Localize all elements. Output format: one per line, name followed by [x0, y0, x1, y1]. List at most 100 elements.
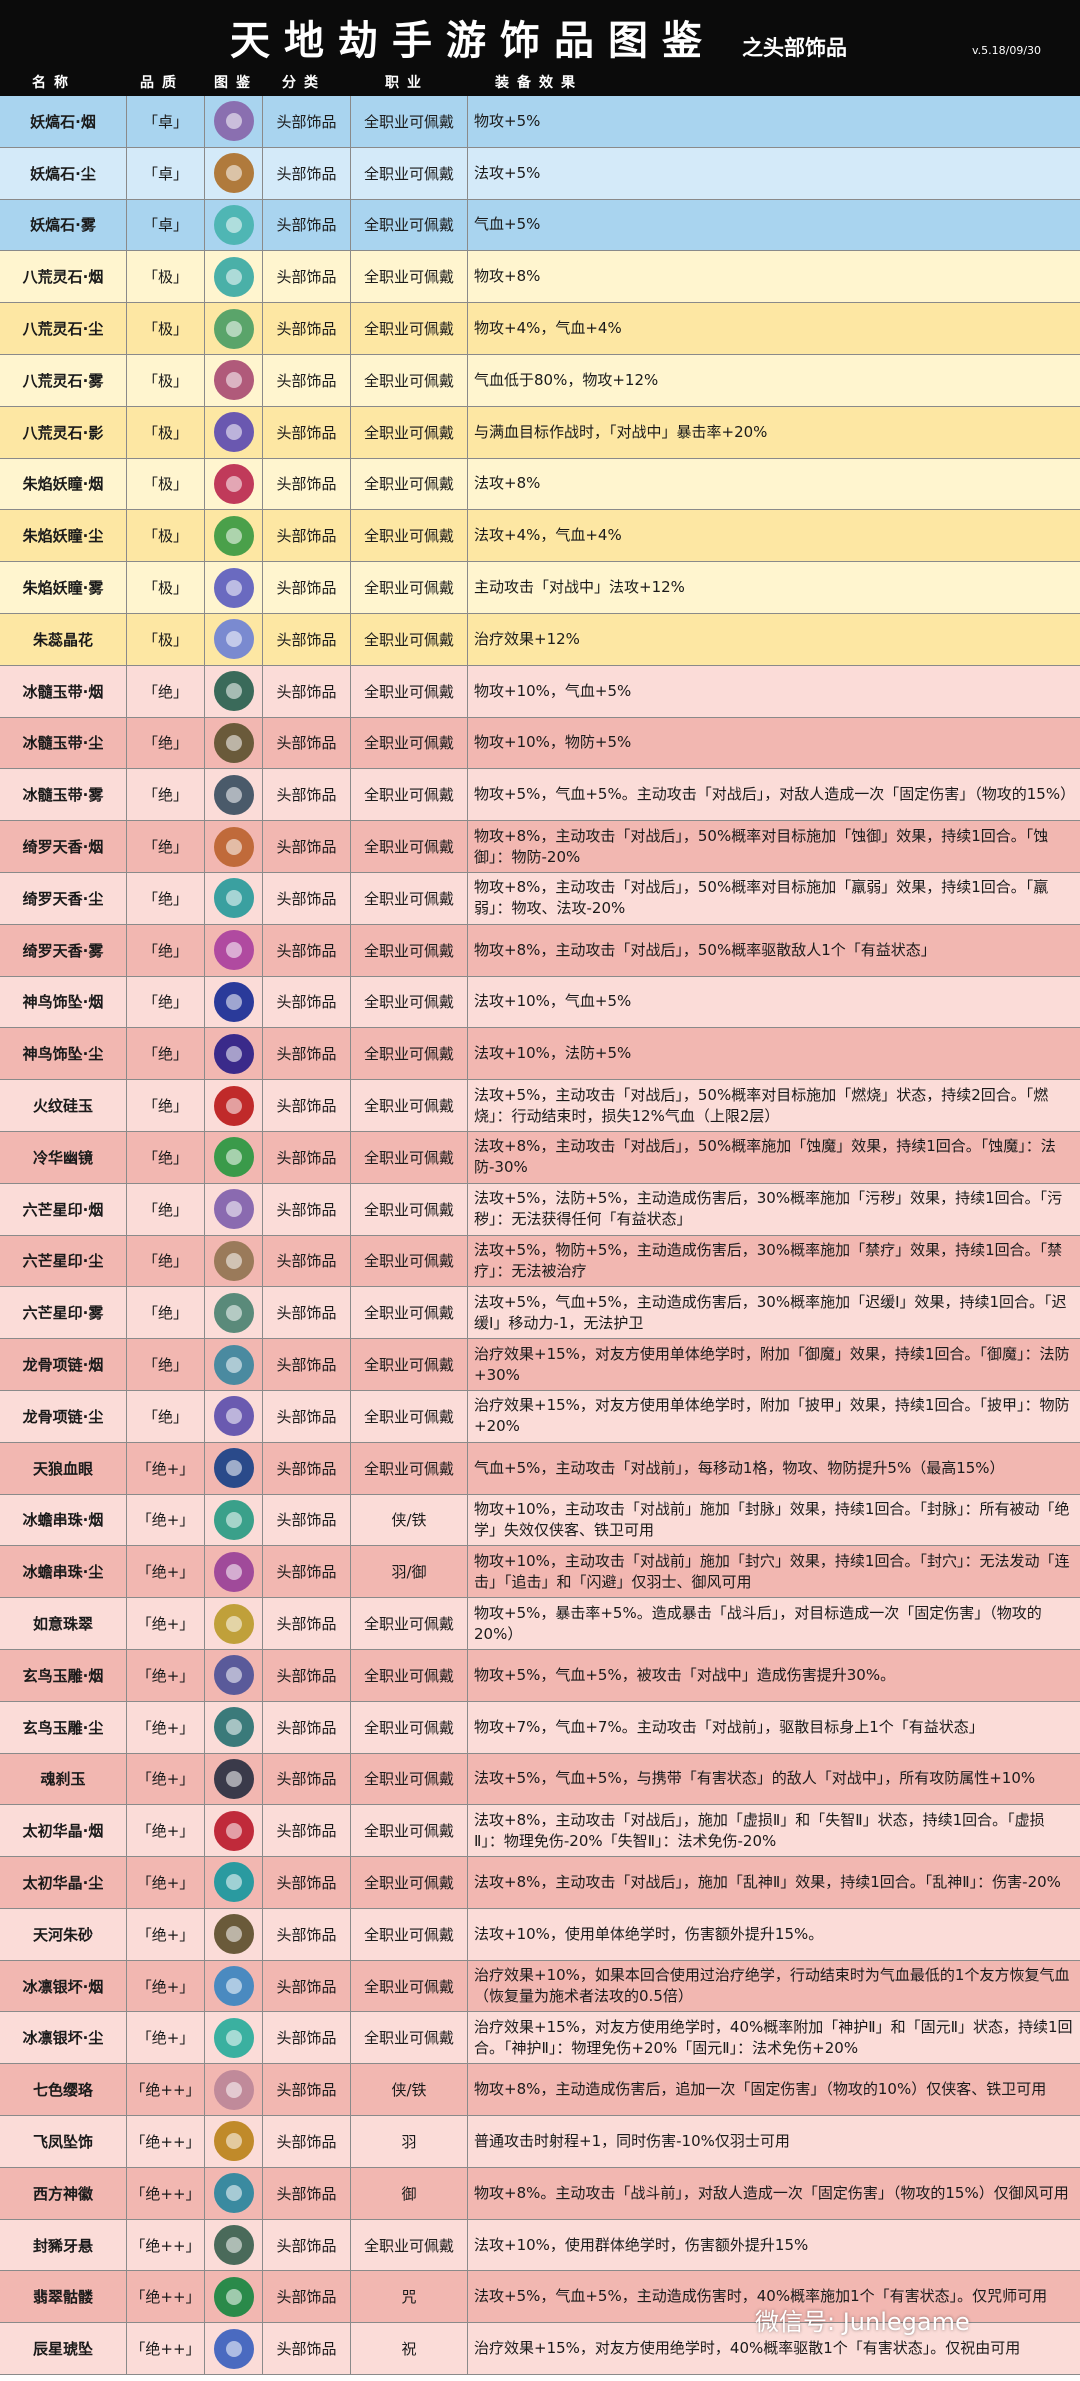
- item-job: 全职业可佩戴: [351, 147, 468, 199]
- item-slot: 头部饰品: [263, 1183, 351, 1235]
- item-job: 全职业可佩戴: [351, 665, 468, 717]
- table-row: 西方神徽 「绝++」 头部饰品御物攻+8%。主动攻击「战斗前」，对敌人造成一次「固定…: [0, 2167, 1080, 2220]
- column-header-job: 职业: [385, 75, 429, 91]
- item-slot: 头部饰品: [263, 199, 351, 251]
- bone-necklace-icon: [213, 1396, 254, 1437]
- ring-icon: [213, 567, 254, 608]
- item-effect: 治疗效果+15%，对友方使用绝学时，40%概率附加「神护Ⅱ」和「固元Ⅱ」状态，持…: [474, 2017, 1073, 2057]
- item-name: 绮罗天香·烟: [0, 821, 127, 872]
- item-slot: 头部饰品: [263, 613, 351, 665]
- item-quality: 「绝+」: [127, 1701, 205, 1753]
- item-job: 全职业可佩戴: [351, 1287, 468, 1339]
- eye-ring-icon: [213, 1448, 254, 1489]
- table-row: 冰髓玉带·雾 「绝」 头部饰品 全职业可佩戴 物攻+5%，气血+5%。主动攻击「对战后」…: [0, 769, 1080, 822]
- item-effect: 物攻+8%: [474, 267, 541, 286]
- item-job: 全职业可佩戴: [351, 1753, 468, 1805]
- crystal-icon: [213, 360, 254, 401]
- item-job: 全职业可佩戴: [351, 1701, 468, 1753]
- item-name: 冰髓玉带·尘: [0, 717, 127, 769]
- item-slot: 头部饰品: [263, 665, 351, 717]
- necklace-icon: [213, 878, 254, 919]
- item-job: 全职业可佩戴: [351, 872, 468, 924]
- item-slot: 头部饰品: [263, 2219, 351, 2271]
- table-row: 冰髓玉带·尘 「绝」 头部饰品 全职业可佩戴 物攻+10%，物防+5%: [0, 717, 1080, 770]
- item-icon-cell: [205, 1908, 263, 1960]
- item-effect: 法攻+10%，使用群体绝学时，伤害额外提升15%: [474, 2235, 809, 2254]
- item-icon-cell: [205, 510, 263, 562]
- item-name: 绮罗天香·雾: [0, 924, 127, 976]
- item-quality: 「极」: [127, 354, 205, 406]
- item-name: 七色缨珞: [0, 2064, 127, 2116]
- item-quality: 「绝」: [127, 1287, 205, 1339]
- item-icon-cell: [205, 147, 263, 199]
- item-effect: 法攻+5%，气血+5%，主动造成伤害后，30%概率施加「迟缓Ⅰ」效果，持续1回合…: [474, 1292, 1067, 1332]
- item-slot: 头部饰品: [263, 717, 351, 769]
- ring-icon: [213, 463, 254, 504]
- item-icon-cell: [205, 1390, 263, 1442]
- crystal-icon: [213, 412, 254, 453]
- item-job: 全职业可佩戴: [351, 613, 468, 665]
- item-icon-cell: [205, 1546, 263, 1598]
- item-effect: 气血+5%: [474, 215, 541, 234]
- item-quality: 「绝」: [127, 924, 205, 976]
- table-row: 龙骨项链·尘 「绝」 头部饰品 全职业可佩戴 治疗效果+15%，对友方使用单体绝学时，附…: [0, 1390, 1080, 1443]
- table-row: 八荒灵石·雾 「极」 头部饰品 全职业可佩戴 气血低于80%，物攻+12%: [0, 354, 1080, 407]
- item-slot: 头部饰品: [263, 1235, 351, 1287]
- item-quality: 「绝++」: [127, 2323, 205, 2375]
- item-icon-cell: [205, 2271, 263, 2323]
- item-slot: 头部饰品: [263, 1753, 351, 1805]
- item-slot: 头部饰品: [263, 1649, 351, 1701]
- item-effect: 物攻+8%。主动攻击「战斗前」，对敌人造成一次「固定伤害」（物攻的15%）仅御风…: [474, 2183, 1069, 2202]
- item-icon-cell: [205, 303, 263, 354]
- item-name: 妖熇石·尘: [0, 147, 127, 199]
- item-job: 全职业可佩戴: [351, 717, 468, 769]
- item-icon-cell: [205, 96, 263, 147]
- item-job: 全职业可佩戴: [351, 2219, 468, 2271]
- pendant-icon: [213, 204, 254, 245]
- item-slot: 头部饰品: [263, 1960, 351, 2012]
- item-quality: 「极」: [127, 562, 205, 613]
- table-row: 飞凤坠饰 「绝++」 头部饰品羽普通攻击时射程+1，同时伤害-10%仅羽士可用: [0, 2116, 1080, 2168]
- table-row: 天狼血眼 「绝+」 头部饰品 全职业可佩戴 气血+5%，主动攻击「对战前」，每移动1格，…: [0, 1442, 1080, 1495]
- item-slot: 头部饰品: [263, 1857, 351, 1908]
- item-effect: 物攻+10%，气血+5%: [474, 681, 632, 700]
- item-icon-cell: [205, 924, 263, 976]
- item-name: 妖熇石·烟: [0, 96, 127, 147]
- item-icon-cell: [205, 1442, 263, 1494]
- item-name: 冰蟾串珠·尘: [0, 1546, 127, 1598]
- jade-icon: [213, 1085, 254, 1126]
- item-quality: 「绝」: [127, 821, 205, 872]
- table-row: 冰蟾串珠·烟 「绝+」 头部饰品 侠/铁 物攻+10%，主动攻击「对战前」施加「封脉」效…: [0, 1494, 1080, 1547]
- item-effect: 物攻+8%，主动攻击「对战后」，50%概率对目标施加「蚀御」效果，持续1回合。「…: [474, 826, 1049, 866]
- table-row: 冰凛银坏·烟 「绝+」 头部饰品 全职业可佩戴 治疗效果+10%，如果本回合使用过治疗绝…: [0, 1960, 1080, 2013]
- item-icon-cell: [205, 2064, 263, 2116]
- ring-icon: [213, 515, 254, 556]
- item-quality: 「极」: [127, 251, 205, 303]
- item-job: 侠/铁: [351, 1494, 468, 1546]
- item-job: 全职业可佩戴: [351, 976, 468, 1028]
- table-row: 六芒星印·烟 「绝」 头部饰品 全职业可佩戴 法攻+5%，法防+5%，主动造成伤害后，3…: [0, 1183, 1080, 1236]
- item-job: 全职业可佩戴: [351, 458, 468, 510]
- item-name: 八荒灵石·烟: [0, 251, 127, 303]
- item-quality: 「绝」: [127, 1028, 205, 1080]
- item-quality: 「绝」: [127, 1339, 205, 1390]
- item-quality: 「绝++」: [127, 2167, 205, 2219]
- item-name: 翡翠骷髅: [0, 2271, 127, 2323]
- orb-icon: [213, 1033, 254, 1074]
- item-icon-cell: [205, 821, 263, 872]
- item-icon-cell: [205, 1598, 263, 1649]
- item-icon-cell: [205, 2116, 263, 2167]
- item-quality: 「绝+」: [127, 1908, 205, 1960]
- page-subtitle: 之头部饰品: [742, 36, 847, 60]
- item-effect: 法攻+8%: [474, 474, 541, 493]
- item-slot: 头部饰品: [263, 147, 351, 199]
- item-icon-cell: [205, 2167, 263, 2219]
- item-name: 六芒星印·烟: [0, 1183, 127, 1235]
- item-job: 侠/铁: [351, 2064, 468, 2116]
- item-name: 封豨牙悬: [0, 2219, 127, 2271]
- item-job: 全职业可佩戴: [351, 821, 468, 872]
- item-quality: 「绝++」: [127, 2116, 205, 2167]
- item-effect: 气血+5%，主动攻击「对战前」，每移动1格，物攻、物防提升5%（最高15%）: [474, 1458, 1005, 1477]
- item-quality: 「绝」: [127, 1183, 205, 1235]
- item-slot: 头部饰品: [263, 976, 351, 1028]
